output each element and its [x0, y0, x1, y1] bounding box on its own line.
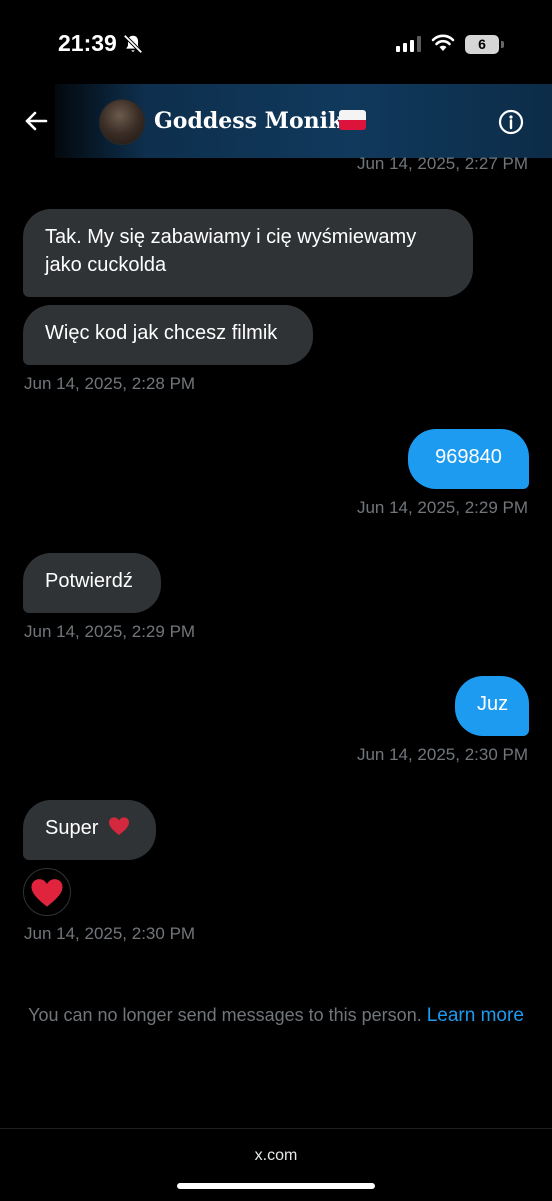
- message-text: Super: [45, 817, 99, 839]
- battery-tip: [501, 41, 504, 48]
- status-bar: 21:39 6: [0, 0, 552, 90]
- home-indicator[interactable]: [177, 1183, 375, 1189]
- message-timestamp: Jun 14, 2025, 2:28 PM: [24, 374, 196, 393]
- blocked-notice: You can no longer send messages to this …: [0, 1005, 552, 1027]
- wifi-icon: [431, 34, 455, 57]
- heart-reaction[interactable]: [23, 868, 71, 916]
- poland-flag-icon: [339, 110, 366, 130]
- message-timestamp: Jun 14, 2025, 2:29 PM: [24, 622, 196, 641]
- incoming-message[interactable]: Tak. My się zabawiamy i cię wyśmiewamy j…: [23, 209, 473, 297]
- outgoing-message[interactable]: Juz: [455, 676, 529, 736]
- browser-domain[interactable]: x.com: [0, 1147, 552, 1165]
- status-time: 21:39: [58, 30, 117, 56]
- avatar[interactable]: [99, 99, 145, 145]
- contact-name[interactable]: Goddess Monika: [154, 108, 358, 134]
- message-timestamp: Jun 14, 2025, 2:27 PM: [356, 154, 528, 173]
- info-icon[interactable]: [498, 109, 524, 135]
- message-timestamp: Jun 14, 2025, 2:29 PM: [356, 498, 528, 517]
- browser-bottom-bar: x.com: [0, 1128, 552, 1201]
- conversation-header: Goddess Monika: [0, 84, 552, 158]
- message-timestamp: Jun 14, 2025, 2:30 PM: [356, 745, 528, 764]
- heart-icon: [31, 878, 63, 907]
- cellular-signal-icon: [396, 36, 421, 52]
- bell-slash-icon: [122, 33, 144, 60]
- learn-more-link[interactable]: Learn more: [427, 1005, 524, 1026]
- heart-emoji-icon: [108, 817, 129, 836]
- battery-icon: 6: [465, 35, 499, 54]
- message-timestamp: Jun 14, 2025, 2:30 PM: [24, 924, 196, 943]
- incoming-message[interactable]: Potwierdź: [23, 553, 161, 613]
- notice-text: You can no longer send messages to this …: [28, 1005, 422, 1025]
- outgoing-message[interactable]: 969840: [408, 429, 529, 489]
- incoming-message[interactable]: Super: [23, 800, 156, 860]
- incoming-message[interactable]: Więc kod jak chcesz filmik: [23, 305, 313, 365]
- back-arrow-icon[interactable]: [22, 106, 52, 136]
